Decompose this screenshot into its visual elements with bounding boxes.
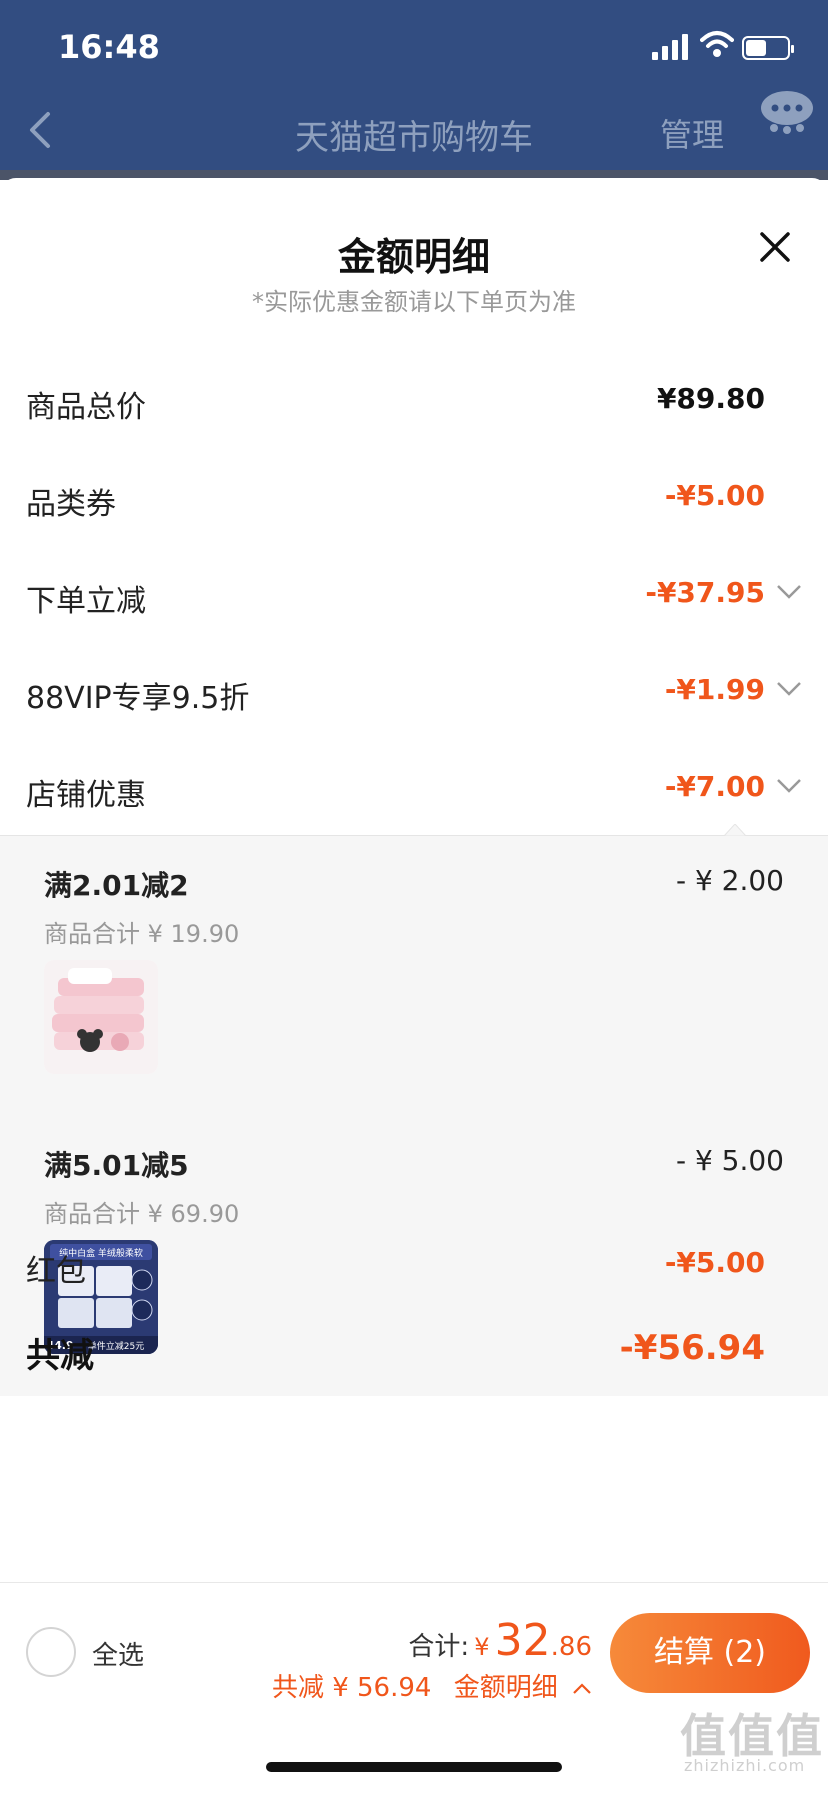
row-store-discount[interactable]: 店铺优惠 -¥7.00 xyxy=(0,760,828,820)
close-icon[interactable] xyxy=(758,230,792,264)
total-price: 合计: ¥ 32.86 xyxy=(408,1615,592,1666)
row-order-discount[interactable]: 下单立减 -¥37.95 xyxy=(0,566,828,626)
total-saved-label: 共减 xyxy=(26,1336,94,1376)
detail-title: 满2.01减2 xyxy=(44,869,189,902)
currency-symbol: ¥ xyxy=(474,1633,490,1661)
caret-up-icon xyxy=(724,824,746,836)
detail-subtotal: 商品合计 ¥ 19.90 xyxy=(44,920,240,948)
home-indicator[interactable] xyxy=(266,1762,562,1772)
wifi-icon xyxy=(700,31,734,57)
tissue-promo-text: 单件立减25元 xyxy=(88,1340,144,1352)
status-time: 16:48 xyxy=(58,28,160,66)
total-integer: 32 xyxy=(494,1615,551,1666)
detail-subtotal: 商品合计 ¥ 69.90 xyxy=(44,1200,240,1228)
signal-icon xyxy=(652,34,688,60)
chevron-down-icon[interactable] xyxy=(776,778,802,794)
chevron-down-icon[interactable] xyxy=(776,681,802,697)
price-detail-link[interactable]: 金额明细 xyxy=(454,1673,558,1703)
row-red-packet: 红包 -¥5.00 xyxy=(0,1236,828,1296)
row-label: 店铺优惠 xyxy=(26,778,146,813)
total-label: 合计: xyxy=(408,1632,470,1662)
row-label: 商品总价 xyxy=(26,390,146,425)
battery-icon xyxy=(742,36,794,60)
price-detail-sheet: 金额明细 *实际优惠金额请以下单页为准 商品总价 ¥89.80 品类券 -¥5.… xyxy=(0,178,828,1792)
saved-amount: 共减 ¥ 56.94 xyxy=(271,1673,432,1703)
row-88vip-discount[interactable]: 88VIP专享9.5折 -¥1.99 xyxy=(0,663,828,723)
row-label: 品类券 xyxy=(26,487,116,522)
chevron-down-icon[interactable] xyxy=(776,584,802,600)
row-value: -¥5.00 xyxy=(664,1246,765,1279)
chat-bubble-icon[interactable] xyxy=(760,90,814,134)
watermark-url: zhizhizhi.com xyxy=(684,1756,806,1775)
detail-title: 满5.01减5 xyxy=(44,1149,189,1182)
row-value: ¥89.80 xyxy=(656,382,765,415)
wipes-package-image xyxy=(44,960,158,1074)
store-discount-details: 满2.01减2 - ¥ 2.00 商品合计 ¥ 19.90 满5.01减5 - … xyxy=(0,824,828,1396)
detail-amount: - ¥ 2.00 xyxy=(675,864,784,897)
total-decimal: .86 xyxy=(550,1632,592,1662)
row-value: -¥1.99 xyxy=(664,673,765,706)
total-saved-value: -¥56.94 xyxy=(619,1328,765,1368)
sheet-subtitle: *实际优惠金额请以下单页为准 xyxy=(252,288,576,316)
row-value: -¥37.95 xyxy=(645,576,765,609)
sheet-title: 金额明细 xyxy=(337,235,490,279)
row-label: 88VIP专享9.5折 xyxy=(26,681,250,716)
row-label: 红包 xyxy=(26,1254,86,1289)
detail-amount: - ¥ 5.00 xyxy=(675,1144,784,1177)
row-category-coupon: 品类券 -¥5.00 xyxy=(0,469,828,529)
row-label: 下单立减 xyxy=(26,584,146,619)
product-thumbnail-wipes[interactable] xyxy=(44,960,158,1074)
row-goods-total: 商品总价 ¥89.80 xyxy=(0,372,828,432)
checkout-button[interactable]: 结算 (2) xyxy=(610,1613,810,1693)
chevron-up-icon[interactable] xyxy=(572,1682,592,1695)
cart-header: 16:48 天猫超市购物车 管理 xyxy=(0,0,828,180)
manage-button[interactable]: 管理 xyxy=(660,110,724,156)
select-all-checkbox[interactable] xyxy=(26,1627,76,1677)
row-value: -¥7.00 xyxy=(664,770,765,803)
saved-summary[interactable]: 共减 ¥ 56.94 金额明细 xyxy=(272,1667,592,1704)
row-value: -¥5.00 xyxy=(664,479,765,512)
select-all-label[interactable]: 全选 xyxy=(92,1635,144,1672)
